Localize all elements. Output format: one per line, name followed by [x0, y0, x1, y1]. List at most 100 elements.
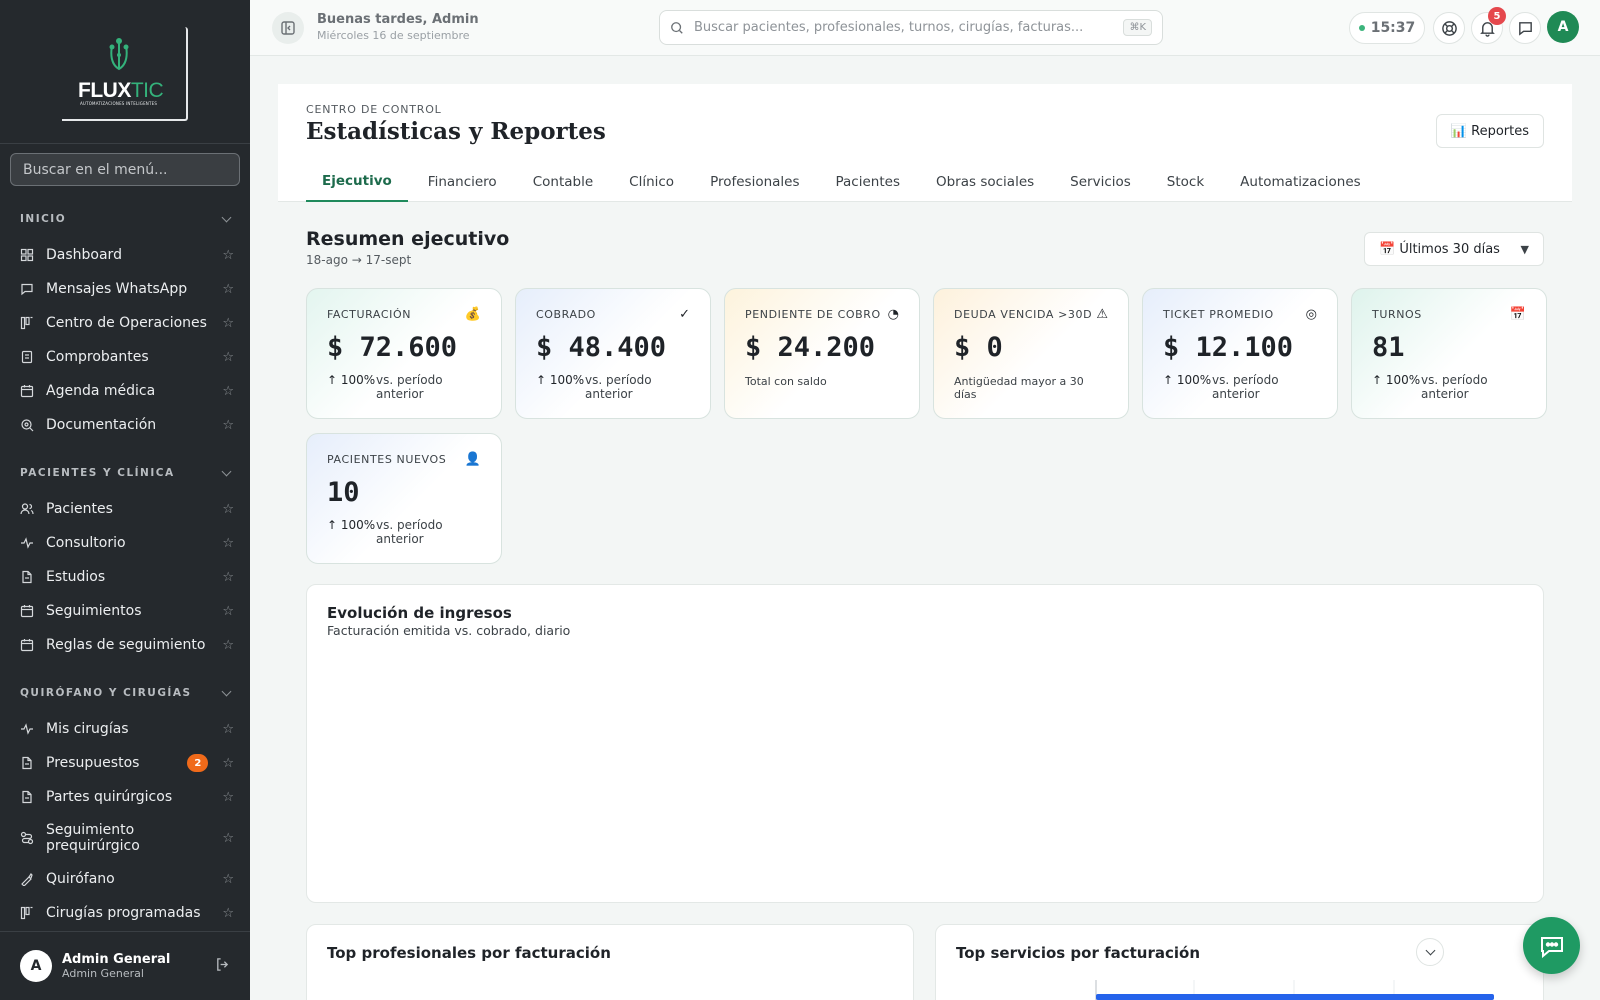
kpi-footer: ↑ 100% vs. período anterior: [327, 373, 481, 401]
kpi-header: DEUDA VENCIDA >30D ⚠: [954, 307, 1108, 322]
nav-section-header[interactable]: QUIRÓFANO Y CIRUGÍAS: [0, 674, 250, 712]
star-icon[interactable]: ☆: [222, 831, 234, 846]
search-doc-icon: [20, 418, 34, 432]
greeting-text: Buenas tardes, Admin: [317, 12, 479, 27]
calendar-icon: [20, 638, 34, 652]
star-icon[interactable]: ☆: [222, 418, 234, 433]
tab-contable[interactable]: Contable: [517, 162, 609, 202]
star-icon[interactable]: ☆: [222, 790, 234, 805]
star-icon[interactable]: ☆: [222, 756, 234, 771]
logout-icon[interactable]: [215, 957, 230, 976]
kpi-value: $ 12.100: [1163, 332, 1294, 363]
sidebar-item[interactable]: Cirugías programadas ☆: [0, 896, 250, 930]
kpi-card[interactable]: COBRADO ✓ $ 48.400 ↑ 100% vs. período anteri…: [515, 288, 711, 419]
chevron-down-icon: [1425, 945, 1435, 955]
profile-avatar[interactable]: A: [1547, 11, 1579, 43]
sidebar-user[interactable]: A Admin General Admin General: [0, 931, 250, 1000]
menu-search-input[interactable]: [10, 153, 240, 186]
user-avatar[interactable]: A: [20, 950, 52, 982]
date-range-value: 📅 Últimos 30 días: [1379, 241, 1500, 257]
help-button[interactable]: [1433, 12, 1465, 44]
services-bar-chart: [1095, 980, 1494, 1000]
tab-obras-sociales[interactable]: Obras sociales: [920, 162, 1050, 202]
sidebar-item[interactable]: Mis cirugías ☆: [0, 712, 250, 746]
kpi-delta: ↑ 100%: [536, 373, 585, 387]
star-icon[interactable]: ☆: [222, 906, 234, 921]
tab-ejecutivo[interactable]: Ejecutivo: [306, 162, 408, 202]
star-icon[interactable]: ☆: [222, 282, 234, 297]
sidebar-item[interactable]: Consultorio ☆: [0, 526, 250, 560]
expand-button[interactable]: [1416, 938, 1444, 966]
summary-title: Resumen ejecutivo: [306, 228, 510, 250]
sidebar-item[interactable]: Seguimiento prequirúrgico ☆: [0, 814, 250, 862]
star-icon[interactable]: ☆: [222, 248, 234, 263]
clock: 15:37: [1349, 12, 1425, 44]
sidebar-item[interactable]: Documentación ☆: [0, 408, 250, 442]
report-tabs: Ejecutivo Financiero Contable Clínico Profes…: [306, 162, 1381, 202]
kpi-card[interactable]: TURNOS 📅 81 ↑ 100% vs. período anterior: [1351, 288, 1547, 419]
sidebar-item[interactable]: Comprobantes ☆: [0, 340, 250, 374]
user-info: Admin General Admin General: [62, 952, 215, 980]
nav-section-header[interactable]: PACIENTES Y CLÍNICA: [0, 454, 250, 492]
tab-financiero[interactable]: Financiero: [412, 162, 513, 202]
sidebar-item[interactable]: Dashboard ☆: [0, 238, 250, 272]
star-icon[interactable]: ☆: [222, 872, 234, 887]
kpi-delta: ↑ 100%: [327, 518, 376, 532]
tab-automatizaciones[interactable]: Automatizaciones: [1224, 162, 1377, 202]
reports-button[interactable]: 📊 Reportes: [1435, 114, 1544, 148]
sidebar-item-label: Consultorio: [46, 535, 126, 551]
star-icon[interactable]: ☆: [222, 722, 234, 737]
service-bar[interactable]: [1096, 994, 1494, 1000]
messages-button[interactable]: [1509, 12, 1541, 44]
lifebuoy-icon: [1441, 20, 1457, 36]
users-icon: [20, 502, 34, 516]
sidebar-item[interactable]: Estudios ☆: [0, 560, 250, 594]
sidebar-item-label: Centro de Operaciones: [46, 315, 207, 331]
kpi-card[interactable]: DEUDA VENCIDA >30D ⚠ $ 0 Antigüedad mayor a…: [933, 288, 1129, 419]
global-search-input[interactable]: [694, 20, 1124, 35]
nav-section-header[interactable]: INICIO: [0, 200, 250, 238]
kpi-card[interactable]: TICKET PROMEDIO ◎ $ 12.100 ↑ 100% vs. períod…: [1142, 288, 1338, 419]
kpi-card[interactable]: PACIENTES NUEVOS 👤 10 ↑ 100% vs. período ant…: [306, 433, 502, 564]
kpi-note: Total con saldo: [745, 375, 827, 388]
tab-pacientes[interactable]: Pacientes: [820, 162, 916, 202]
sidebar-item-label: Dashboard: [46, 247, 122, 263]
sidebar-item[interactable]: Quirófano ☆: [0, 862, 250, 896]
star-icon[interactable]: ☆: [222, 638, 234, 653]
sidebar-divider: [0, 143, 250, 144]
sidebar-toggle-button[interactable]: [272, 12, 304, 44]
star-icon[interactable]: ☆: [222, 350, 234, 365]
logo[interactable]: FLUXTIC AUTOMATIZACIONES INTELIGENTES: [62, 27, 188, 121]
tab-profesionales[interactable]: Profesionales: [694, 162, 815, 202]
caret-down-icon: ▼: [1520, 242, 1529, 256]
date-range-select[interactable]: 📅 Últimos 30 días ▼: [1364, 232, 1544, 266]
kpi-card[interactable]: FACTURACIÓN 💰 $ 72.600 ↑ 100% vs. período an…: [306, 288, 502, 419]
chat-fab-button[interactable]: [1523, 917, 1580, 974]
global-search[interactable]: ⌘K: [659, 10, 1163, 45]
star-icon[interactable]: ☆: [222, 316, 234, 331]
sidebar-item[interactable]: Partes quirúrgicos ☆: [0, 780, 250, 814]
tab-stock[interactable]: Stock: [1151, 162, 1220, 202]
star-icon[interactable]: ☆: [222, 570, 234, 585]
kpi-value: 10: [327, 477, 360, 508]
sidebar-item-label: Partes quirúrgicos: [46, 789, 173, 805]
sidebar-item[interactable]: Pacientes ☆: [0, 492, 250, 526]
tab-servicios[interactable]: Servicios: [1054, 162, 1147, 202]
star-icon[interactable]: ☆: [222, 604, 234, 619]
sidebar-item-label: Reglas de seguimiento: [46, 637, 206, 653]
sidebar-item[interactable]: Agenda médica ☆: [0, 374, 250, 408]
sidebar-item[interactable]: Presupuestos 2 ☆: [0, 746, 250, 780]
star-icon[interactable]: ☆: [222, 384, 234, 399]
sidebar-item[interactable]: Reglas de seguimiento ☆: [0, 628, 250, 662]
tab-clínico[interactable]: Clínico: [613, 162, 690, 202]
notifications-button[interactable]: 5: [1471, 7, 1506, 44]
star-icon[interactable]: ☆: [222, 502, 234, 517]
sidebar-item[interactable]: Mensajes WhatsApp ☆: [0, 272, 250, 306]
star-icon[interactable]: ☆: [222, 536, 234, 551]
sidebar-item[interactable]: Centro de Operaciones ☆: [0, 306, 250, 340]
notifications-badge: 5: [1488, 7, 1506, 25]
sidebar-item[interactable]: Seguimientos ☆: [0, 594, 250, 628]
top-professionals-card: Top profesionales por facturación: [306, 924, 914, 1000]
kpi-card[interactable]: PENDIENTE DE COBRO ◔ $ 24.200 Total con sal…: [724, 288, 920, 419]
sidebar-collapse-icon: [281, 21, 295, 35]
